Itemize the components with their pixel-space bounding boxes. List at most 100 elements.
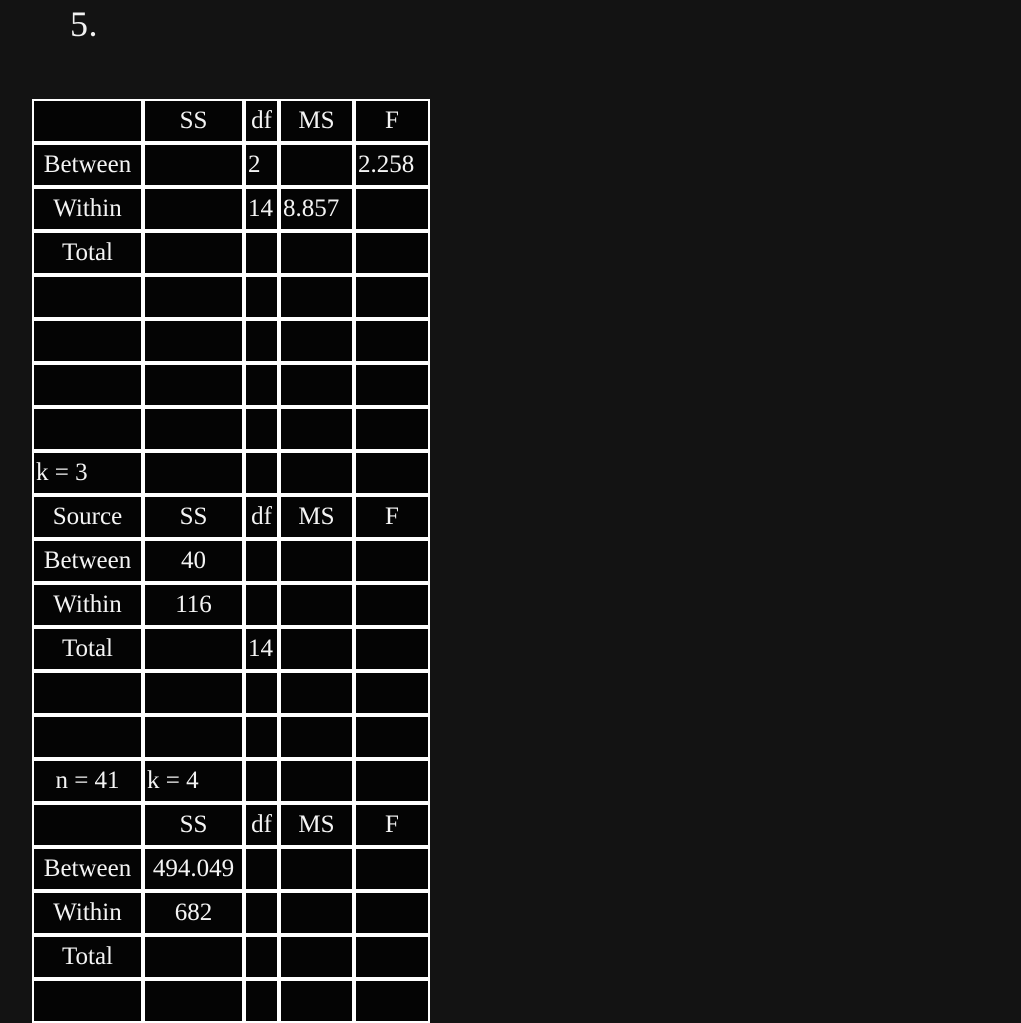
table-cell[interactable] (244, 935, 279, 979)
table-cell[interactable] (279, 583, 354, 627)
table-cell[interactable] (354, 451, 430, 495)
table-cell[interactable] (143, 275, 244, 319)
table-cell[interactable] (354, 231, 430, 275)
table-cell[interactable]: 8.857 (279, 187, 354, 231)
table-cell[interactable] (143, 363, 244, 407)
table-cell[interactable] (143, 715, 244, 759)
table-cell[interactable] (32, 671, 143, 715)
table-cell[interactable]: MS (279, 99, 354, 143)
table-cell[interactable]: 682 (143, 891, 244, 935)
table-cell[interactable] (279, 979, 354, 1023)
table-cell[interactable] (244, 715, 279, 759)
table-cell[interactable] (244, 671, 279, 715)
table-cell[interactable] (143, 451, 244, 495)
table-cell[interactable] (279, 319, 354, 363)
table-cell[interactable] (244, 319, 279, 363)
table-cell[interactable] (279, 847, 354, 891)
table-cell[interactable] (354, 671, 430, 715)
table-cell[interactable] (143, 143, 244, 187)
table-cell[interactable] (143, 319, 244, 363)
table-cell[interactable] (279, 275, 354, 319)
table-cell[interactable]: Within (32, 891, 143, 935)
table-cell[interactable] (279, 451, 354, 495)
table-cell[interactable]: Source (32, 495, 143, 539)
table-cell[interactable]: SS (143, 99, 244, 143)
table-cell[interactable] (279, 671, 354, 715)
table-cell[interactable] (354, 935, 430, 979)
table-cell[interactable] (354, 759, 430, 803)
table-cell[interactable] (143, 979, 244, 1023)
table-cell[interactable] (354, 187, 430, 231)
table-cell[interactable] (279, 231, 354, 275)
table-cell[interactable]: Within (32, 187, 143, 231)
table-cell[interactable]: Within (32, 583, 143, 627)
table-cell[interactable]: F (354, 803, 430, 847)
table-cell[interactable] (244, 979, 279, 1023)
table-cell[interactable]: df (244, 99, 279, 143)
table-cell[interactable] (244, 451, 279, 495)
table-cell[interactable]: 2 (244, 143, 279, 187)
table-cell[interactable]: n = 41 (32, 759, 143, 803)
table-cell[interactable]: df (244, 803, 279, 847)
table-cell[interactable]: MS (279, 495, 354, 539)
table-cell[interactable] (244, 231, 279, 275)
table-cell[interactable] (143, 187, 244, 231)
table-cell[interactable]: k = 4 (143, 759, 244, 803)
table-cell[interactable] (354, 275, 430, 319)
table-cell[interactable]: Total (32, 627, 143, 671)
table-cell[interactable] (244, 363, 279, 407)
table-cell[interactable] (244, 847, 279, 891)
table-cell[interactable] (143, 935, 244, 979)
table-cell[interactable] (143, 627, 244, 671)
table-cell[interactable] (279, 539, 354, 583)
table-cell[interactable]: Total (32, 231, 143, 275)
table-cell[interactable]: Between (32, 539, 143, 583)
table-cell[interactable] (354, 847, 430, 891)
table-cell[interactable] (244, 407, 279, 451)
table-cell[interactable] (143, 231, 244, 275)
table-cell[interactable]: 14 (244, 187, 279, 231)
table-cell[interactable] (354, 891, 430, 935)
table-cell[interactable] (244, 539, 279, 583)
table-cell[interactable]: SS (143, 495, 244, 539)
table-cell[interactable]: 2.258 (354, 143, 430, 187)
table-cell[interactable]: F (354, 99, 430, 143)
table-cell[interactable] (354, 627, 430, 671)
table-cell[interactable] (32, 979, 143, 1023)
table-cell[interactable] (354, 583, 430, 627)
table-cell[interactable] (32, 803, 143, 847)
table-cell[interactable] (143, 407, 244, 451)
table-cell[interactable] (32, 715, 143, 759)
table-cell[interactable] (32, 319, 143, 363)
table-cell[interactable] (32, 275, 143, 319)
table-cell[interactable]: Total (32, 935, 143, 979)
table-cell[interactable] (354, 539, 430, 583)
table-cell[interactable]: 494.049 (143, 847, 244, 891)
table-cell[interactable] (279, 407, 354, 451)
table-cell[interactable]: 40 (143, 539, 244, 583)
table-cell[interactable]: 116 (143, 583, 244, 627)
table-cell[interactable]: Between (32, 847, 143, 891)
table-cell[interactable] (354, 407, 430, 451)
table-cell[interactable] (32, 407, 143, 451)
table-cell[interactable] (244, 583, 279, 627)
table-cell[interactable] (279, 759, 354, 803)
table-cell[interactable] (279, 143, 354, 187)
table-cell[interactable] (279, 891, 354, 935)
table-cell[interactable]: F (354, 495, 430, 539)
table-cell[interactable] (244, 891, 279, 935)
table-cell[interactable] (279, 627, 354, 671)
table-cell[interactable]: k = 3 (32, 451, 143, 495)
table-cell[interactable] (279, 715, 354, 759)
table-cell[interactable]: Between (32, 143, 143, 187)
table-cell[interactable]: df (244, 495, 279, 539)
table-cell[interactable] (354, 363, 430, 407)
table-cell[interactable] (32, 363, 143, 407)
table-cell[interactable]: MS (279, 803, 354, 847)
table-cell[interactable] (354, 979, 430, 1023)
table-cell[interactable] (244, 275, 279, 319)
table-cell[interactable] (32, 99, 143, 143)
table-cell[interactable] (354, 715, 430, 759)
table-cell[interactable] (354, 319, 430, 363)
table-cell[interactable] (279, 935, 354, 979)
